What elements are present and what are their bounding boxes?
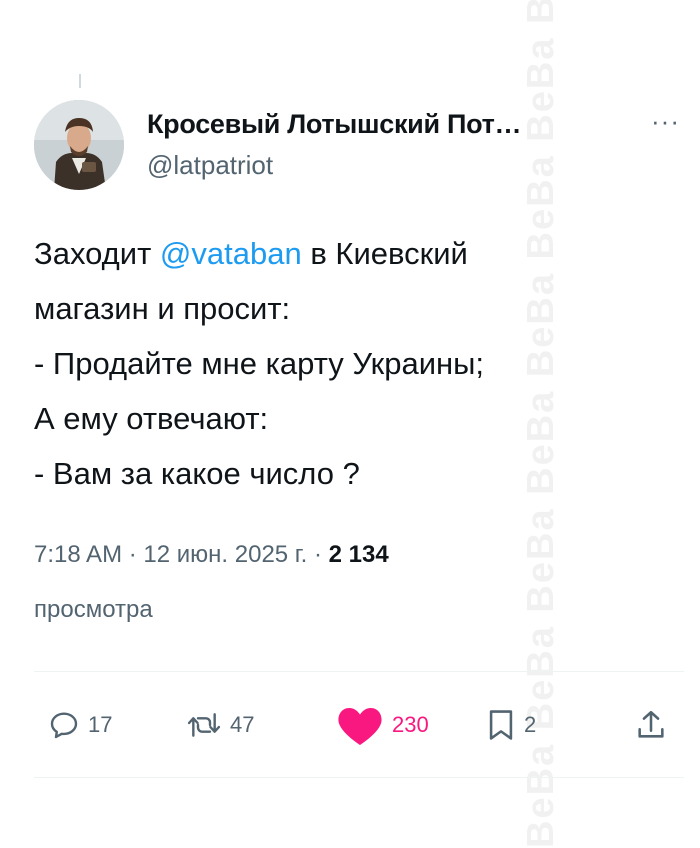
views-count: 2 134	[328, 541, 389, 568]
avatar-image	[34, 100, 124, 190]
tweet-text-segment: в Киевский	[301, 236, 468, 271]
tweet-line-5: - Вам за какое число ?	[34, 456, 360, 491]
retweet-button[interactable]: 47	[186, 700, 254, 750]
share-icon	[638, 710, 664, 738]
avatar[interactable]	[34, 100, 124, 190]
author-name[interactable]: Кросевый Лотышский Пот…	[147, 109, 522, 140]
tweet-line-1: Заходит @vataban в Киевский	[34, 226, 654, 281]
retweet-count: 47	[230, 712, 255, 737]
like-button[interactable]: 230	[336, 700, 429, 750]
tweet-timestamp[interactable]: 7:18 AM · 12 июн. 2025 г. ·	[34, 541, 329, 568]
reply-button[interactable]: 17	[48, 700, 112, 750]
retweet-icon	[187, 713, 221, 737]
divider-bottom	[34, 777, 684, 778]
mention-link[interactable]: @vataban	[160, 236, 302, 271]
tweet-header: Кросевый Лотышский Пот… @latpatriot ···	[34, 100, 684, 190]
like-count: 230	[392, 712, 429, 737]
thread-line	[79, 74, 81, 88]
reply-count: 17	[88, 712, 113, 737]
action-bar: 17 47 230 2	[34, 700, 684, 750]
tweet-line-2: магазин и просит:	[34, 291, 291, 326]
heart-icon	[338, 708, 382, 745]
share-button[interactable]	[634, 700, 668, 750]
reply-icon	[50, 712, 78, 739]
bookmark-icon	[489, 710, 513, 740]
tweet-text-segment: Заходит	[34, 236, 160, 271]
tweet-meta: 7:18 AM · 12 июн. 2025 г. · 2 134	[34, 541, 389, 569]
more-options-button[interactable]: ···	[651, 106, 680, 137]
bookmark-count: 2	[524, 712, 537, 737]
tweet-line-3: - Продайте мне карту Украины;	[34, 346, 485, 381]
views-label: просмотра	[34, 596, 153, 623]
divider-top	[34, 671, 684, 672]
tweet-text: Заходит @vataban в Киевский магазин и пр…	[34, 226, 654, 501]
tweet-line-4: А ему отвечают:	[34, 401, 269, 436]
author-handle[interactable]: @latpatriot	[147, 150, 273, 181]
bookmark-button[interactable]: 2	[486, 700, 536, 750]
